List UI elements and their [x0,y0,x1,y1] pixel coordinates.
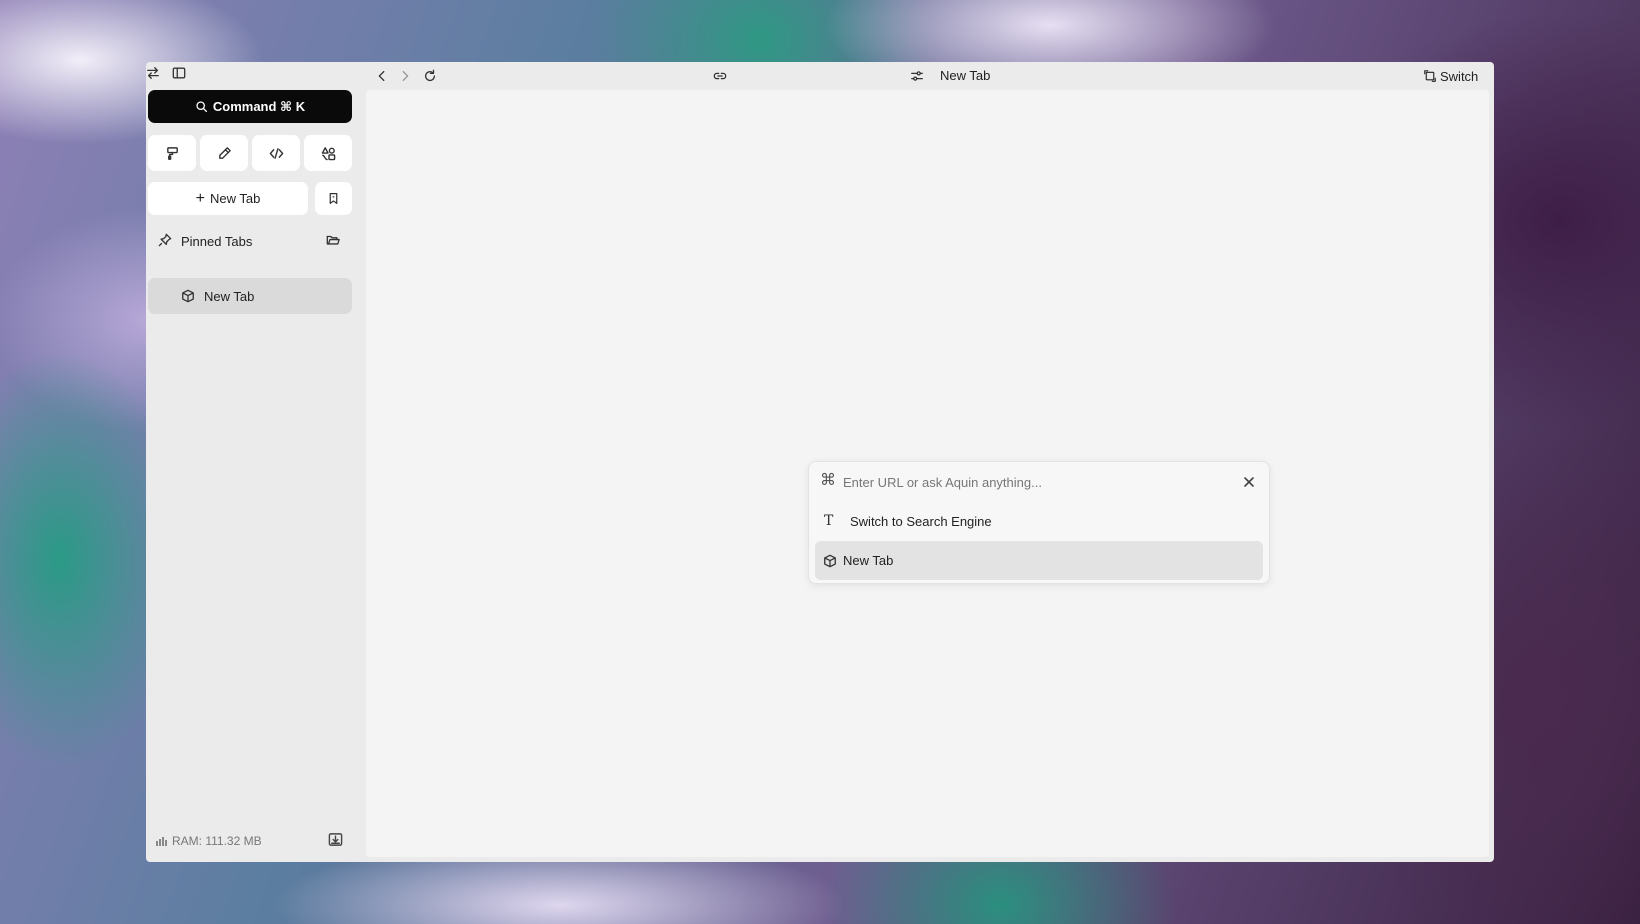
code-icon [269,147,283,159]
new-tab-label: New Tab [210,191,261,206]
palette-item-label: Switch to Search Engine [850,514,992,529]
bookmark-icon [329,193,338,204]
page-title: New Tab [940,68,991,83]
palette-item-label: New Tab [843,553,894,568]
back-icon[interactable] [373,67,391,85]
palette-item-new-tab[interactable]: New Tab [815,541,1263,580]
sidebar-tab-item[interactable]: New Tab [148,278,352,314]
paint-roller-icon [166,146,178,160]
pin-icon [158,233,174,249]
code-button[interactable] [252,135,300,171]
ram-label: RAM: 111.32 MB [172,834,262,848]
palette-item-switch-search-engine[interactable]: T Switch to Search Engine [815,502,1263,541]
switch-label: Switch [1440,68,1479,84]
tool-row [148,135,352,171]
switch-icon [1424,70,1436,82]
command-button[interactable]: Command ⌘ K [148,90,352,123]
bookmark-button[interactable] [315,182,352,215]
plus-icon: + [195,189,205,207]
shapes-icon [321,146,335,160]
topbar: New Tab Switch [366,62,1494,90]
palette-close-icon[interactable] [1243,475,1257,489]
download-icon[interactable] [328,832,346,850]
ram-usage: RAM: 111.32 MB [156,834,262,848]
ram-bars-icon [156,836,167,846]
sidebar-top-icons [146,62,366,90]
pinned-tabs-label: Pinned Tabs [181,234,253,249]
reload-icon[interactable] [421,67,439,85]
search-icon [196,101,207,113]
sidebar-toggle-icon[interactable] [170,64,188,82]
command-palette: ⌘ T Switch to Search Engine New Tab [808,461,1270,584]
link-icon[interactable] [711,67,729,85]
paint-button[interactable] [148,135,196,171]
command-label: Command ⌘ K [212,98,306,114]
browser-window: Command ⌘ K + New Tab Pinned Tabs New Ta… [146,62,1494,862]
command-icon: ⌘ [820,472,836,489]
swap-icon[interactable] [146,64,162,82]
pen-button[interactable] [200,135,248,171]
forward-icon[interactable] [396,67,414,85]
folder-icon[interactable] [326,233,342,249]
switch-button[interactable]: Switch [1424,66,1478,86]
search-input[interactable] [843,470,1223,494]
page-content: ⌘ T Switch to Search Engine New Tab [366,90,1489,857]
text-t-icon: T [824,513,834,529]
tab-label: New Tab [204,289,255,304]
sidebar: Command ⌘ K + New Tab Pinned Tabs New Ta… [146,62,366,862]
cube-icon [181,289,195,303]
pen-icon [218,146,231,159]
new-tab-button[interactable]: + New Tab [148,182,308,215]
cube-icon [823,554,837,568]
sliders-icon[interactable] [908,67,926,85]
pinned-tabs-header: Pinned Tabs [148,230,352,254]
shapes-button[interactable] [304,135,352,171]
